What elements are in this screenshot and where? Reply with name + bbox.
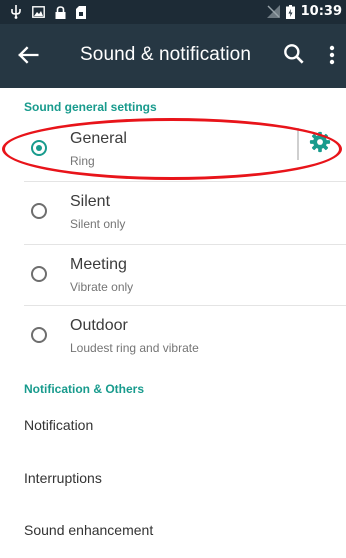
vertical-divider xyxy=(297,128,299,160)
list-divider xyxy=(24,305,346,306)
status-time: 10:39 xyxy=(300,4,342,19)
gear-icon[interactable] xyxy=(309,131,331,153)
page-title: Sound & notification xyxy=(80,44,252,65)
profile-subtitle: Ring xyxy=(70,154,95,168)
profile-subtitle: Loudest ring and vibrate xyxy=(70,341,199,355)
profile-item-general[interactable]: General Ring xyxy=(0,118,346,181)
radio-button-meeting[interactable] xyxy=(31,266,47,282)
usb-icon xyxy=(11,5,21,19)
profile-item-meeting[interactable]: Meeting Vibrate only xyxy=(0,244,346,307)
profile-subtitle: Vibrate only xyxy=(70,280,134,294)
profile-title: Silent xyxy=(70,193,111,210)
list-item-label: Interruptions xyxy=(24,470,102,486)
list-item-label: Notification xyxy=(24,417,94,433)
status-bar-left-icons xyxy=(10,5,86,19)
radio-button-outdoor[interactable] xyxy=(31,327,47,343)
search-icon[interactable] xyxy=(281,41,307,67)
list-divider xyxy=(24,244,346,245)
profile-title: Outdoor xyxy=(70,317,128,334)
radio-button-general[interactable] xyxy=(31,140,47,156)
list-item-sound-enhancement[interactable]: Sound enhancement xyxy=(0,506,346,558)
profile-title: Meeting xyxy=(70,256,127,273)
more-options-icon[interactable] xyxy=(326,42,338,68)
app-bar: Sound & notification xyxy=(0,24,346,88)
profile-title: General xyxy=(70,130,127,147)
list-item-interruptions[interactable]: Interruptions xyxy=(0,454,346,506)
status-bar: 10:39 xyxy=(0,0,346,24)
profile-subtitle: Silent only xyxy=(70,217,126,231)
sd-card-icon xyxy=(76,5,86,19)
section-header-sound-general: Sound general settings xyxy=(24,100,157,114)
status-bar-right: 10:39 xyxy=(266,4,342,19)
section-header-notification-others: Notification & Others xyxy=(24,382,145,396)
list-item-notification[interactable]: Notification xyxy=(0,401,346,453)
back-arrow-icon[interactable] xyxy=(14,41,42,69)
battery-charging-icon xyxy=(285,4,295,19)
radio-button-silent[interactable] xyxy=(31,203,47,219)
list-item-label: Sound enhancement xyxy=(24,522,154,538)
profile-item-outdoor[interactable]: Outdoor Loudest ring and vibrate xyxy=(0,305,346,368)
profile-item-silent[interactable]: Silent Silent only xyxy=(0,181,346,244)
no-sim-icon xyxy=(266,5,280,18)
image-icon xyxy=(32,6,45,18)
lock-icon xyxy=(55,5,66,19)
list-divider xyxy=(24,181,346,182)
